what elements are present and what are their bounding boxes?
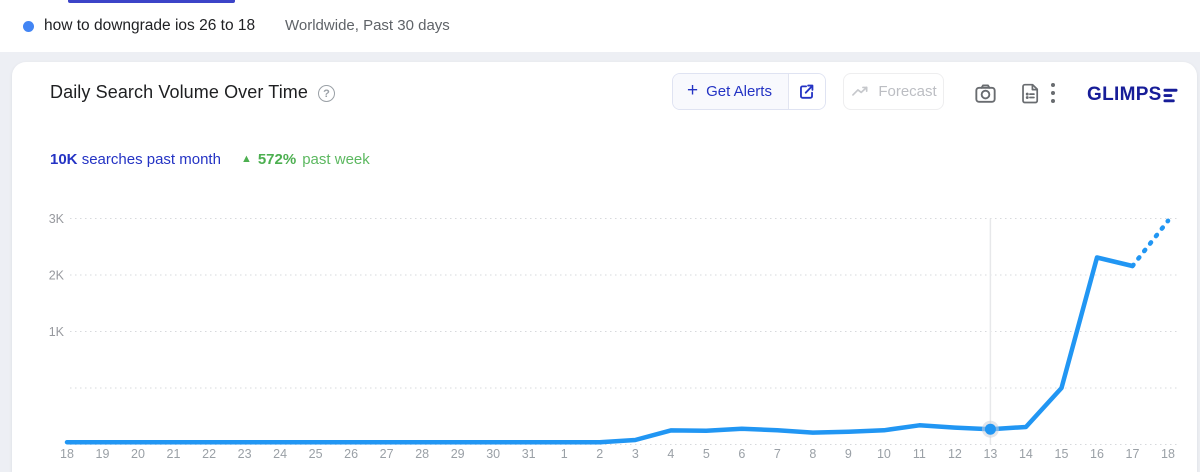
x-axis-label: 1 <box>561 447 568 461</box>
x-axis-label: 19 <box>96 447 110 461</box>
x-axis-label: 4 <box>667 447 674 461</box>
y-axis-label: 3K <box>49 212 65 226</box>
x-axis-label: 20 <box>131 447 145 461</box>
x-axis-label: 10 <box>877 447 891 461</box>
x-axis-label: 5 <box>703 447 710 461</box>
x-axis-label: 7 <box>774 447 781 461</box>
forecast-line <box>1133 221 1169 266</box>
series-legend-dot-icon <box>23 21 34 32</box>
query-scope: Worldwide, Past 30 days <box>285 0 450 52</box>
x-axis-label: 14 <box>1019 447 1033 461</box>
x-axis-label: 18 <box>60 447 74 461</box>
x-axis-label: 15 <box>1055 447 1069 461</box>
x-axis-label: 25 <box>309 447 323 461</box>
x-axis-label: 9 <box>845 447 852 461</box>
y-axis-label: 1K <box>49 325 65 339</box>
series-line <box>67 258 1133 443</box>
x-axis-label: 12 <box>948 447 962 461</box>
x-axis-label: 27 <box>380 447 394 461</box>
x-axis-label: 11 <box>913 447 926 461</box>
x-axis-label: 8 <box>809 447 816 461</box>
query-term[interactable]: how to downgrade ios 26 to 18 <box>44 0 255 52</box>
x-axis-label: 30 <box>486 447 500 461</box>
x-axis-label: 22 <box>202 447 216 461</box>
highlight-marker[interactable] <box>985 424 996 435</box>
x-axis-label: 24 <box>273 447 287 461</box>
x-axis-label: 23 <box>238 447 252 461</box>
y-axis-label: 2K <box>49 269 65 283</box>
search-volume-card: Daily Search Volume Over Time ? + Get Al… <box>12 62 1197 472</box>
query-bar: how to downgrade ios 26 to 18 Worldwide,… <box>0 0 1200 52</box>
x-axis-label: 21 <box>167 447 181 461</box>
x-axis-label: 16 <box>1090 447 1104 461</box>
x-axis-label: 31 <box>522 447 536 461</box>
x-axis-label: 29 <box>451 447 465 461</box>
x-axis-label: 28 <box>415 447 429 461</box>
x-axis-label: 13 <box>983 447 997 461</box>
x-axis-label: 18 <box>1161 447 1175 461</box>
x-axis-label: 6 <box>738 447 745 461</box>
x-axis-label: 17 <box>1126 447 1140 461</box>
x-axis-label: 2 <box>596 447 603 461</box>
search-volume-chart[interactable]: 1K2K3K1819202122232425262728293031123456… <box>12 62 1197 472</box>
x-axis-label: 26 <box>344 447 358 461</box>
x-axis-label: 3 <box>632 447 639 461</box>
